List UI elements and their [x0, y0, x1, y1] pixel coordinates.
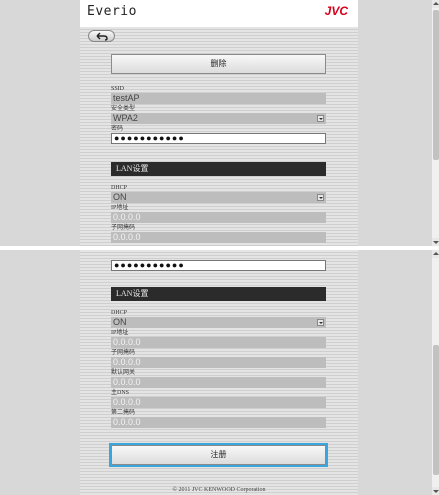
ssid-field: testAP: [111, 93, 326, 104]
jvc-logo: JVC: [324, 4, 348, 18]
ip-field: 0.0.0.0: [111, 212, 326, 223]
dhcp-select[interactable]: ON: [111, 317, 326, 328]
subnet-label: 子网掩码: [111, 225, 136, 231]
chevron-down-icon: [317, 115, 324, 122]
scroll-down-icon[interactable]: [432, 487, 439, 495]
scroll-up-icon[interactable]: [432, 250, 439, 258]
lan-section-header: LAN设置: [111, 162, 326, 176]
dhcp-select[interactable]: ON: [111, 192, 326, 203]
gateway-label: 默认网关: [111, 370, 136, 376]
dhcp-value: ON: [113, 317, 127, 327]
subnet-label: 子网掩码: [111, 350, 136, 356]
scroll-up-icon[interactable]: [432, 0, 439, 8]
dns2-field: 0.0.0.0: [111, 417, 326, 428]
chevron-down-icon: [317, 194, 324, 201]
dhcp-label: DHCP: [111, 185, 128, 191]
gateway-field: 0.0.0.0: [111, 377, 326, 388]
password-field[interactable]: ●●●●●●●●●●●: [111, 133, 326, 144]
chevron-down-icon: [317, 319, 324, 326]
screenshot-bottom-panel: ●●●●●●●●●●● LAN设置 DHCP ON IP地址 0.0.0.0 子…: [0, 250, 439, 495]
scrollbar-thumb[interactable]: [433, 10, 439, 160]
security-label: 安全类型: [111, 106, 136, 112]
scroll-down-icon[interactable]: [432, 238, 439, 246]
back-button[interactable]: [88, 30, 115, 42]
register-button[interactable]: 注册: [111, 445, 326, 465]
delete-button[interactable]: 删除: [111, 54, 326, 74]
ip-label: IP地址: [111, 205, 129, 211]
dns1-label: 主DNS: [111, 390, 130, 396]
subnet-field: 0.0.0.0: [111, 357, 326, 368]
subnet-field: 0.0.0.0: [111, 232, 326, 243]
back-arrow-icon: [96, 32, 108, 41]
ip-field: 0.0.0.0: [111, 337, 326, 348]
screenshot-top-panel: Everio JVC 删除 SSID testAP 安全类型 WPA2 密码 ●…: [0, 0, 439, 246]
ssid-label: SSID: [111, 86, 125, 92]
lan-section-header: LAN设置: [111, 287, 326, 301]
copyright-footer: © 2011 JVC KENWOOD Corporation: [172, 487, 266, 493]
security-value: WPA2: [113, 113, 138, 123]
dns1-field: 0.0.0.0: [111, 397, 326, 408]
dns2-label: 第二掩码: [111, 410, 136, 416]
security-select[interactable]: WPA2: [111, 113, 326, 124]
password-label: 密码: [111, 126, 124, 132]
app-title: Everio: [87, 4, 137, 19]
dhcp-value: ON: [113, 192, 127, 202]
app-header: Everio JVC: [80, 0, 358, 27]
password-field[interactable]: ●●●●●●●●●●●: [111, 260, 326, 271]
scrollbar-thumb[interactable]: [433, 345, 439, 475]
scrollbar[interactable]: [431, 250, 439, 495]
ip-label: IP地址: [111, 330, 129, 336]
dhcp-label: DHCP: [111, 310, 128, 316]
scrollbar[interactable]: [431, 0, 439, 246]
